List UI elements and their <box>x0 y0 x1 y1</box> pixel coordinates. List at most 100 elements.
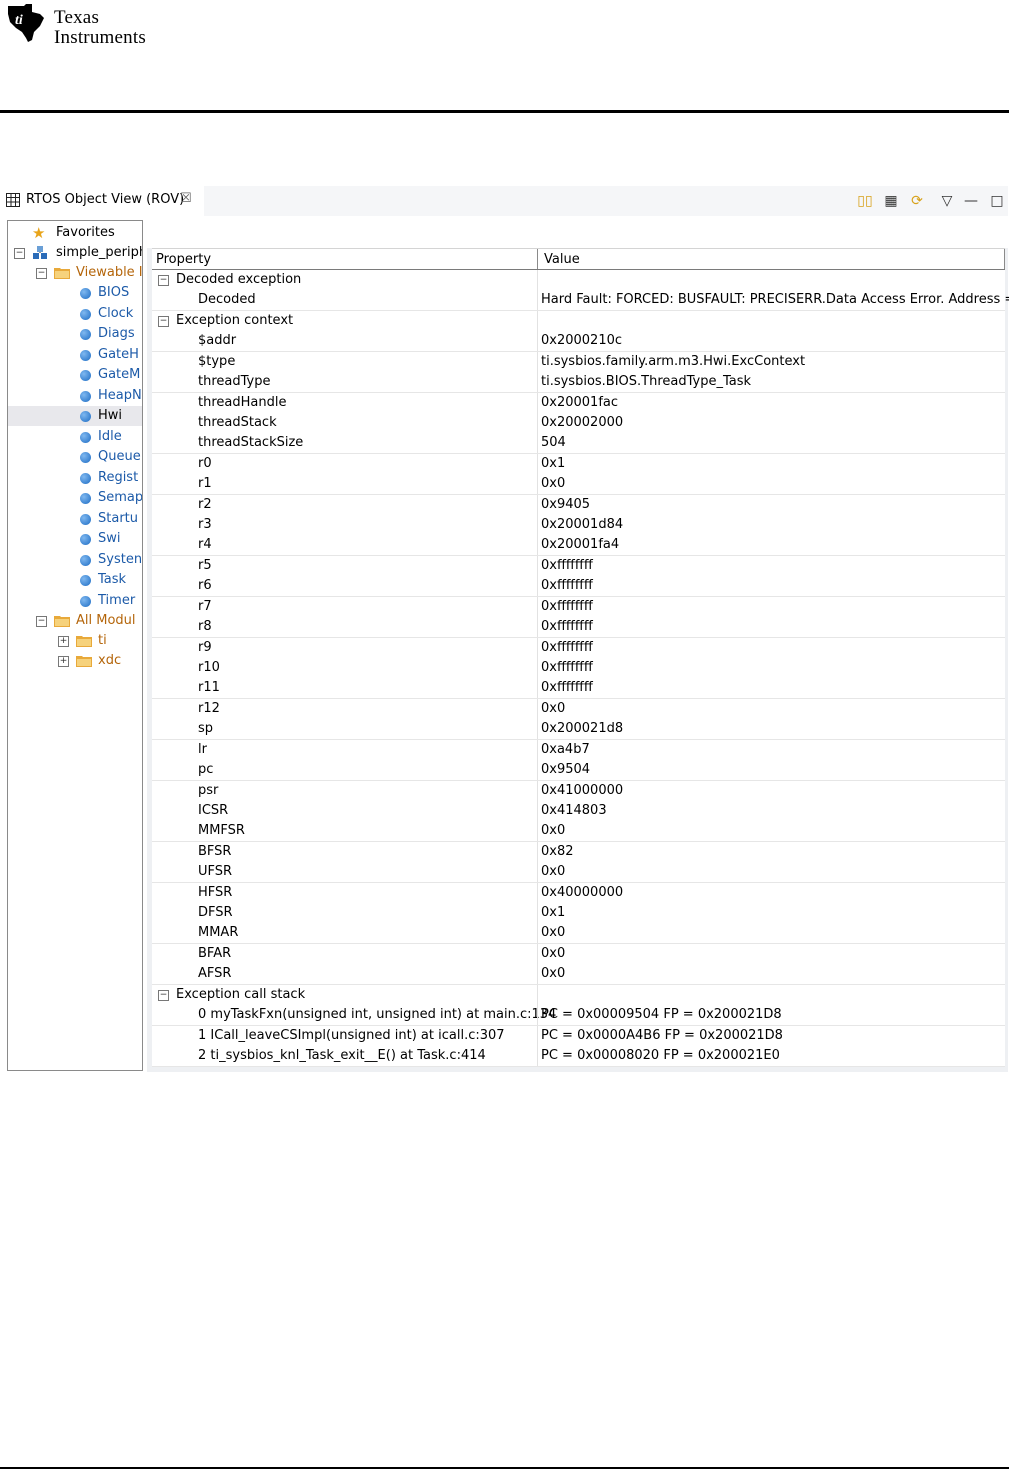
module-tree: ★ Favorites − simple_periph − Viewable I… <box>7 220 143 1071</box>
table-row[interactable]: BFAR 0x0 <box>152 943 1005 965</box>
table-row[interactable]: r0 0x1 <box>152 453 1005 475</box>
tree-item-viewable[interactable]: − Viewable I <box>8 263 142 283</box>
cell-separator <box>537 984 538 1005</box>
maximize-icon[interactable]: □ <box>986 190 1008 212</box>
collapse-icon[interactable]: − <box>36 268 47 279</box>
expand-icon[interactable]: + <box>58 656 69 667</box>
table-row[interactable]: AFSR 0x0 <box>152 964 1005 986</box>
cell-separator <box>537 841 538 862</box>
property-cell: r5 <box>198 557 212 573</box>
cell-separator <box>537 1025 538 1046</box>
cell-separator <box>537 392 538 413</box>
tree-item-module[interactable]: Hwi <box>8 406 142 426</box>
tree-item-module[interactable]: GateH <box>8 345 142 365</box>
table-row[interactable]: threadStack 0x20002000 <box>152 412 1005 434</box>
table-row[interactable]: threadStackSize 504 <box>152 433 1005 455</box>
table-row[interactable]: sp 0x200021d8 <box>152 719 1005 741</box>
tab-rov[interactable]: RTOS Object View (ROV) ☒ <box>4 186 204 216</box>
tree-item-favorites[interactable]: ★ Favorites <box>8 223 142 243</box>
tree-item-module[interactable]: Systen <box>8 550 142 570</box>
table-row[interactable]: r8 0xffffffff <box>152 617 1005 639</box>
table-row[interactable]: MMFSR 0x0 <box>152 821 1005 843</box>
table-row[interactable]: pc 0x9504 <box>152 760 1005 782</box>
group-row[interactable]: − Decoded exception <box>152 270 1005 291</box>
table-row[interactable]: BFSR 0x82 <box>152 841 1005 863</box>
tree-item-module[interactable]: Diags <box>8 324 142 344</box>
tree-item-module[interactable]: Swi <box>8 529 142 549</box>
column-header-property[interactable]: Property <box>156 249 211 269</box>
property-cell: r12 <box>198 700 220 716</box>
property-cell: pc <box>198 762 214 778</box>
pause-icon[interactable]: ▯▯ <box>854 190 876 212</box>
collapse-icon[interactable]: − <box>36 616 47 627</box>
table-row[interactable]: psr 0x41000000 <box>152 780 1005 802</box>
tree-item-xdc[interactable]: + xdc <box>8 651 142 671</box>
collapse-icon[interactable]: − <box>158 275 169 286</box>
group-row[interactable]: − Exception call stack <box>152 984 1005 1006</box>
table-row[interactable]: 0 myTaskFxn(unsigned int, unsigned int) … <box>152 1005 1005 1027</box>
table-row[interactable]: threadType ti.sysbios.BIOS.ThreadType_Tas… <box>152 372 1005 394</box>
tree-item-module[interactable]: Clock <box>8 304 142 324</box>
tree-item-label: Diags <box>98 326 135 341</box>
tree-item-project[interactable]: − simple_periph <box>8 243 142 263</box>
column-separator[interactable] <box>537 249 538 269</box>
table-row[interactable]: DFSR 0x1 <box>152 903 1005 925</box>
table-row[interactable]: Decoded Hard Fault: FORCED: BUSFAULT: PRE… <box>152 290 1009 312</box>
value-cell: 0x414803 <box>541 802 607 818</box>
tree-item-module[interactable]: Queue <box>8 447 142 467</box>
tree-item-module[interactable]: Semap <box>8 488 142 508</box>
table-row[interactable]: r12 0x0 <box>152 698 1005 720</box>
expand-icon[interactable]: + <box>58 636 69 647</box>
value-cell: 0x200021d8 <box>541 721 624 737</box>
table-row[interactable]: r2 0x9405 <box>152 494 1005 516</box>
property-cell: 1 ICall_leaveCSImpl(unsigned int) at ica… <box>198 1027 505 1043</box>
minimize-icon[interactable]: — <box>960 190 982 212</box>
value-cell: 0x0 <box>541 925 566 941</box>
table-row[interactable]: r4 0x20001fa4 <box>152 535 1005 557</box>
collapse-icon[interactable]: − <box>158 989 169 1001</box>
cell-separator <box>537 903 538 924</box>
module-icon <box>80 595 91 607</box>
close-icon[interactable]: ☒ <box>180 191 192 206</box>
cell-separator <box>537 637 538 658</box>
table-row[interactable]: 1 ICall_leaveCSImpl(unsigned int) at ica… <box>152 1025 1005 1047</box>
property-cell: psr <box>198 782 219 798</box>
tree-item-module[interactable]: Startu <box>8 509 142 529</box>
table-row[interactable]: MMAR 0x0 <box>152 923 1005 945</box>
table-row[interactable]: r9 0xffffffff <box>152 637 1005 659</box>
table-row[interactable]: r1 0x0 <box>152 474 1005 496</box>
table-row[interactable]: lr 0xa4b7 <box>152 739 1005 761</box>
tree-item-module[interactable]: Regist <box>8 468 142 488</box>
table-row[interactable]: r10 0xffffffff <box>152 657 1005 679</box>
table-row[interactable]: r11 0xffffffff <box>152 678 1005 700</box>
table-row[interactable]: 2 ti_sysbios_knl_Task_exit__E() at Task.… <box>152 1045 1005 1067</box>
tree-item-module[interactable]: Task <box>8 570 142 590</box>
tree-item-all-modules[interactable]: − All Modul <box>8 611 142 631</box>
tree-item-module[interactable]: Timer <box>8 591 142 611</box>
table-row[interactable]: ICSR 0x414803 <box>152 800 1005 822</box>
group-row[interactable]: − Exception context <box>152 310 1005 332</box>
star-icon: ★ <box>32 224 46 242</box>
refresh-icon[interactable]: ⟳ <box>906 190 928 212</box>
column-header-value[interactable]: Value <box>544 249 580 269</box>
table-row[interactable]: r3 0x20001d84 <box>152 515 1005 537</box>
table-row[interactable]: r6 0xffffffff <box>152 576 1005 598</box>
cell-separator <box>537 739 538 760</box>
tree-item-module[interactable]: Idle <box>8 427 142 447</box>
table-row[interactable]: r5 0xffffffff <box>152 555 1005 577</box>
table-row[interactable]: r7 0xffffffff <box>152 596 1005 618</box>
table-row[interactable]: $type ti.sysbios.family.arm.m3.Hwi.ExcCon… <box>152 351 1005 373</box>
view-menu-icon[interactable]: ▽ <box>936 190 958 212</box>
table-row[interactable]: HFSR 0x40000000 <box>152 882 1005 904</box>
grid-icon[interactable]: ▦ <box>880 190 902 212</box>
table-row[interactable]: $addr 0x2000210c <box>152 331 1005 353</box>
table-row[interactable]: threadHandle 0x20001fac <box>152 392 1005 414</box>
tree-item-module[interactable]: BIOS <box>8 283 142 303</box>
grid-top-area <box>147 220 1008 248</box>
tree-item-ti[interactable]: + ti <box>8 631 142 651</box>
collapse-icon[interactable]: − <box>158 315 169 327</box>
tree-item-module[interactable]: GateM <box>8 365 142 385</box>
tree-item-module[interactable]: HeapN <box>8 386 142 406</box>
table-row[interactable]: UFSR 0x0 <box>152 862 1005 884</box>
collapse-icon[interactable]: − <box>14 248 25 259</box>
